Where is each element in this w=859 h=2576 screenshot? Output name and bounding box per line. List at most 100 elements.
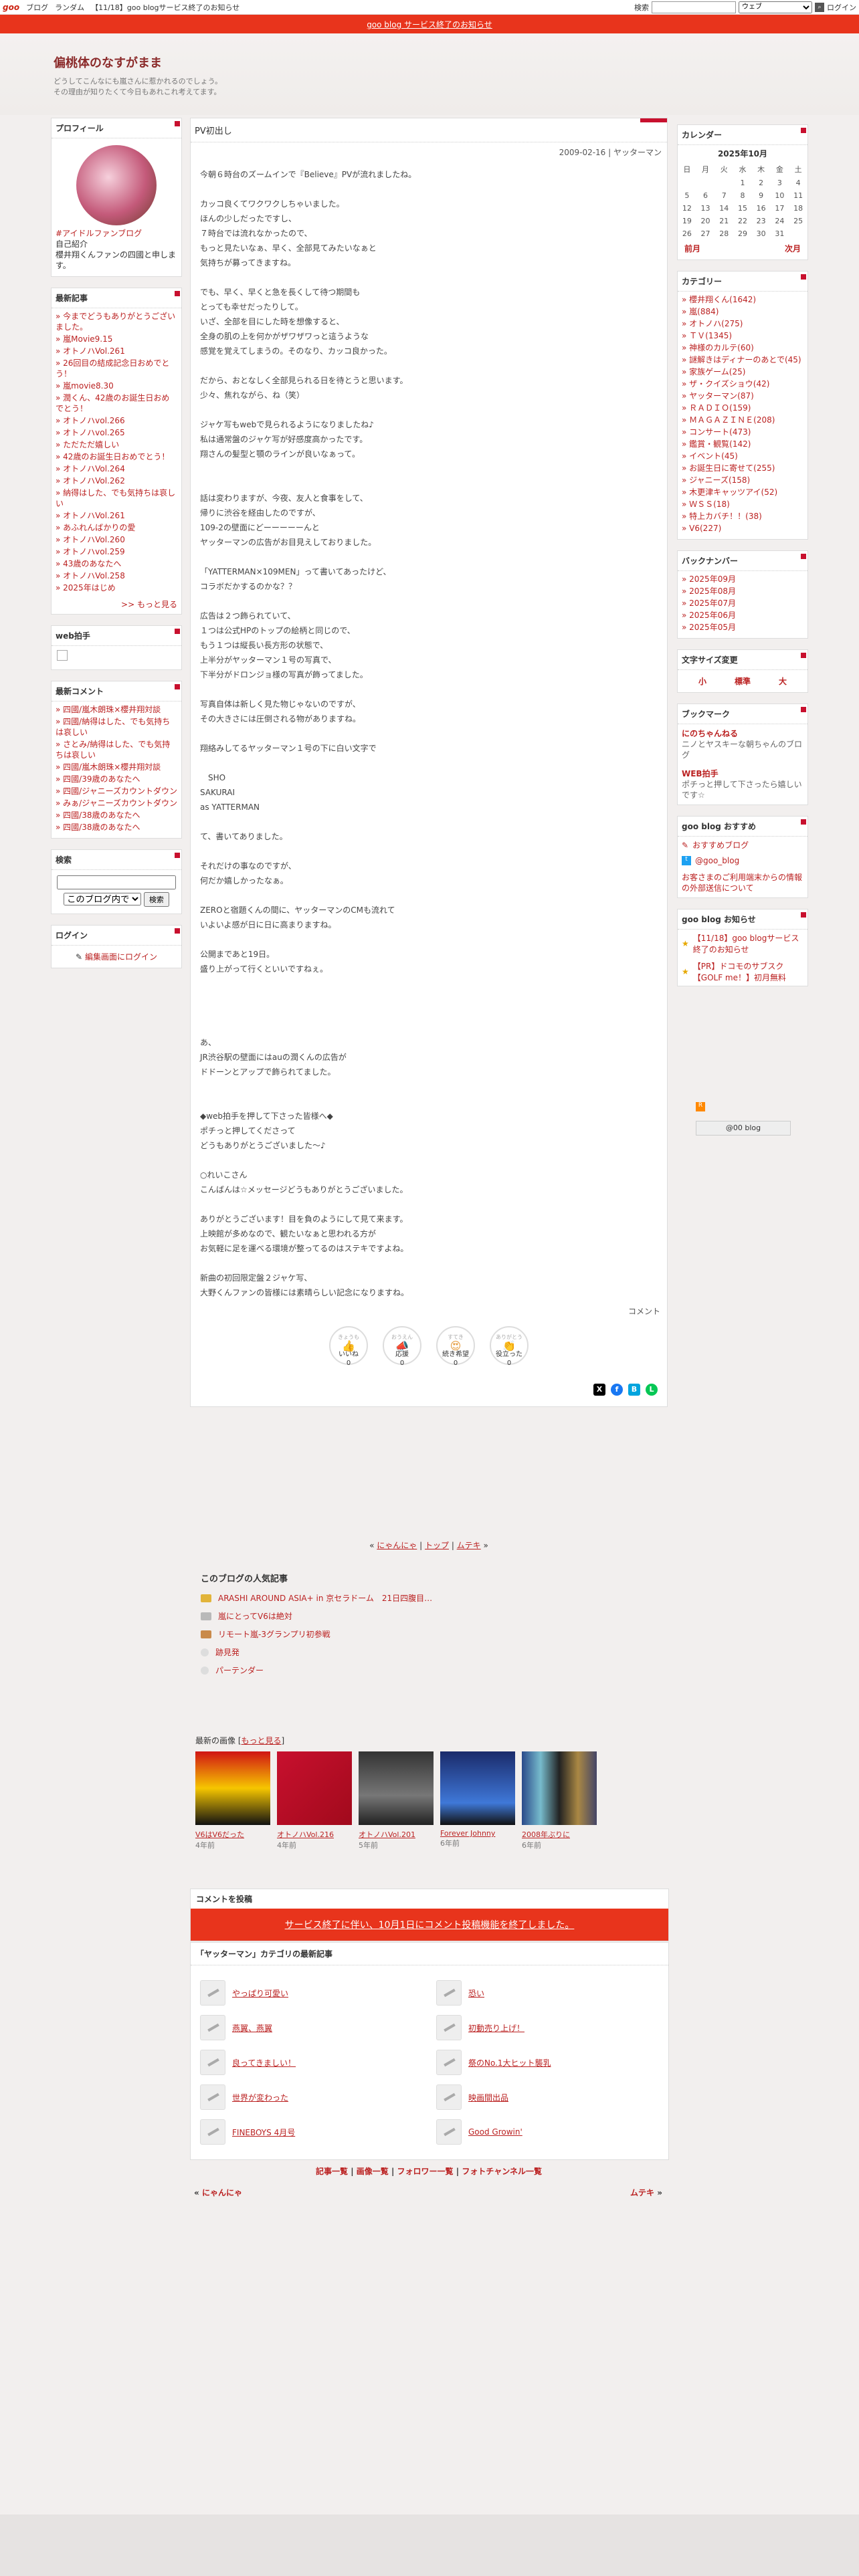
backnumber-item[interactable]: 2025年09月 xyxy=(682,574,803,584)
thumb-image[interactable] xyxy=(522,1751,597,1825)
reaction-helpful[interactable]: ありがとう 👏 役立った 0 xyxy=(490,1326,529,1367)
bookmark-link[interactable]: WEB拍手 xyxy=(682,769,719,778)
recent-post-item[interactable]: 嵐Movie9.15 xyxy=(56,334,177,344)
goo-twitter-link[interactable]: @goo_blog xyxy=(695,856,739,865)
bookmark-link[interactable]: にのちゃんねる xyxy=(682,729,738,738)
category-recent-link[interactable]: やっぱり可愛い xyxy=(232,1988,288,1999)
search-scope-select[interactable]: ウェブ xyxy=(739,1,812,13)
more-link[interactable]: もっと見る xyxy=(121,600,177,609)
footer-images[interactable]: 画像一覧 xyxy=(357,2167,389,2176)
nav-notice[interactable]: 【11/18】goo blogサービス終了のお知らせ xyxy=(91,2,240,13)
popular-item[interactable]: 嵐にとってV6は絶対 xyxy=(201,1610,662,1622)
category-item[interactable]: ＷＳＳ(18) xyxy=(682,499,803,510)
x-share-icon[interactable]: X xyxy=(593,1384,605,1396)
backnumber-item[interactable]: 2025年05月 xyxy=(682,622,803,633)
category-recent-item[interactable]: Good Growin' xyxy=(436,2119,659,2145)
category-item[interactable]: 嵐(884) xyxy=(682,306,803,317)
recent-post-item[interactable]: 潤くん、42歳のお誕生日おめでとう！ xyxy=(56,393,177,414)
recent-post-item[interactable]: オトノハVol.264 xyxy=(56,463,177,474)
popular-item-link[interactable]: 跡見発 xyxy=(215,1646,240,1658)
category-item[interactable]: イベント(45) xyxy=(682,451,803,461)
image-thumb[interactable]: オトノハVol.201 5年前 xyxy=(359,1751,434,1850)
popular-item[interactable]: パーテンダー xyxy=(201,1665,662,1676)
thumb-label[interactable]: オトノハVol.216 xyxy=(277,1829,352,1840)
popular-item[interactable]: ARASHI AROUND ASIA+ in 京セラドーム 21日四腹目… xyxy=(201,1592,662,1604)
popular-item-link[interactable]: パーテンダー xyxy=(215,1665,264,1676)
edit-login-link[interactable]: 編集画面にログイン xyxy=(85,952,157,962)
recent-comment-item[interactable]: 四國/嵐木朗珠×櫻井翔対談 xyxy=(56,704,177,715)
recent-post-item[interactable]: オトノハVol.260 xyxy=(56,534,177,545)
recent-post-item[interactable]: 42歳のお誕生日おめでとう！ xyxy=(56,451,177,462)
thumb-label[interactable]: オトノハVol.201 xyxy=(359,1829,434,1840)
nav-random[interactable]: ランダム xyxy=(55,2,84,13)
category-recent-item[interactable]: 世界が変わった xyxy=(200,2084,423,2110)
category-item[interactable]: 家族ゲーム(25) xyxy=(682,366,803,377)
category-item[interactable]: ＲＡＤＩＯ(159) xyxy=(682,403,803,413)
category-recent-item[interactable]: 燕翼、燕翼 xyxy=(200,2015,423,2040)
category-recent-item[interactable]: FINEBOYS 4月号 xyxy=(200,2119,423,2145)
popular-item-link[interactable]: ARASHI AROUND ASIA+ in 京セラドーム 21日四腹目… xyxy=(218,1592,432,1604)
footer-followers[interactable]: フォロワー一覧 xyxy=(397,2167,454,2176)
recent-comment-item[interactable]: 四國/嵐木朗珠×櫻井翔対談 xyxy=(56,762,177,772)
footer-prev[interactable]: にゃんにゃ xyxy=(202,2188,242,2197)
recent-comment-item[interactable]: 四國/38歳のあなたへ xyxy=(56,822,177,833)
recent-comment-item[interactable]: 四國/38歳のあなたへ xyxy=(56,810,177,821)
category-item[interactable]: 特上カバチ！！(38) xyxy=(682,511,803,522)
prev-post-link[interactable]: にゃんにゃ xyxy=(377,1541,417,1550)
prev-month-link[interactable]: 前月 xyxy=(684,243,700,254)
recent-post-item[interactable]: オトノハVol.258 xyxy=(56,570,177,581)
size-large[interactable]: 大 xyxy=(779,675,787,687)
top-link[interactable]: トップ xyxy=(425,1541,449,1550)
category-item[interactable]: オトノハ(275) xyxy=(682,318,803,329)
recent-post-item[interactable]: 納得はした、でも気持ちは哀しい xyxy=(56,488,177,509)
next-post-link[interactable]: ムテキ xyxy=(457,1541,481,1550)
thumb-image[interactable] xyxy=(277,1751,352,1825)
hatena-share-icon[interactable]: B xyxy=(628,1384,640,1396)
category-recent-link[interactable]: 恐い xyxy=(468,1988,484,1999)
thumb-image[interactable] xyxy=(195,1751,270,1825)
recent-post-item[interactable]: 26回目の結成記念日おめでとう！ xyxy=(56,358,177,379)
category-item[interactable]: 謎解きはディナーのあとで(45) xyxy=(682,354,803,365)
recent-comment-item[interactable]: 四國/納得はした、でも気持ちは哀しい xyxy=(56,716,177,738)
goo-blog-button[interactable]: @00 blog xyxy=(696,1121,791,1136)
nav-blog[interactable]: ブログ xyxy=(26,2,48,13)
backnumber-item[interactable]: 2025年08月 xyxy=(682,586,803,597)
popular-item[interactable]: 跡見発 xyxy=(201,1646,662,1658)
category-recent-link[interactable]: 祭のNo.1大ヒット襲乳 xyxy=(468,2057,551,2068)
popular-item-link[interactable]: 嵐にとってV6は絶対 xyxy=(218,1610,292,1622)
backnumber-item[interactable]: 2025年07月 xyxy=(682,598,803,609)
comment-closed-notice[interactable]: サービス終了に伴い、10月1日にコメント投稿機能を終了しました。 xyxy=(191,1909,668,1941)
recent-post-item[interactable]: あふれんばかりの愛 xyxy=(56,522,177,533)
blog-search-input[interactable] xyxy=(57,875,176,889)
recent-comment-item[interactable]: さとみ/納得はした、でも気持ちは哀しい xyxy=(56,739,177,760)
thumb-label[interactable]: Forever Johnny xyxy=(440,1829,515,1838)
recent-post-item[interactable]: 今までどうもありがとうございました。 xyxy=(56,311,177,332)
recent-post-item[interactable]: オトノハVol.261 xyxy=(56,346,177,356)
size-small[interactable]: 小 xyxy=(698,675,706,687)
category-item[interactable]: ザ・クイズショウ(42) xyxy=(682,379,803,389)
category-recent-link[interactable]: Good Growin' xyxy=(468,2127,522,2137)
recent-post-item[interactable]: ただただ嬉しい xyxy=(56,439,177,450)
blog-search-button[interactable]: 検索 xyxy=(143,892,169,907)
recent-comment-item[interactable]: 四國/39歳のあなたへ xyxy=(56,774,177,784)
category-recent-item[interactable]: 恐い xyxy=(436,1980,659,2006)
blog-title[interactable]: 偏桃体のなすがまま xyxy=(54,53,859,71)
popular-item-link[interactable]: リモート嵐-3グランプリ初参戦 xyxy=(218,1628,330,1640)
image-thumb[interactable]: オトノハVol.216 4年前 xyxy=(277,1751,352,1850)
category-recent-link[interactable]: FINEBOYS 4月号 xyxy=(232,2127,295,2138)
category-item[interactable]: ＴＶ(1345) xyxy=(682,330,803,341)
recent-post-item[interactable]: オトノハVol.262 xyxy=(56,475,177,486)
comment-link[interactable]: コメント xyxy=(628,1307,660,1316)
thumb-label[interactable]: V6はV6だった xyxy=(195,1829,270,1840)
category-item[interactable]: ヤッターマン(87) xyxy=(682,391,803,401)
category-item[interactable]: 神様のカルテ(60) xyxy=(682,342,803,353)
footer-articles[interactable]: 記事一覧 xyxy=(316,2167,348,2176)
login-link[interactable]: ログイン xyxy=(827,2,856,13)
category-item[interactable]: 櫻井翔くん(1642) xyxy=(682,294,803,305)
recent-post-item[interactable]: オトノハvol.266 xyxy=(56,415,177,426)
reaction-support[interactable]: おうえん 📣 応援 0 xyxy=(383,1326,421,1367)
popular-item[interactable]: リモート嵐-3グランプリ初参戦 xyxy=(201,1628,662,1640)
recent-post-item[interactable]: オトノハVol.261 xyxy=(56,510,177,521)
category-item[interactable]: コンサート(473) xyxy=(682,427,803,437)
category-recent-link[interactable]: 燕翼、燕翼 xyxy=(232,2022,272,2034)
